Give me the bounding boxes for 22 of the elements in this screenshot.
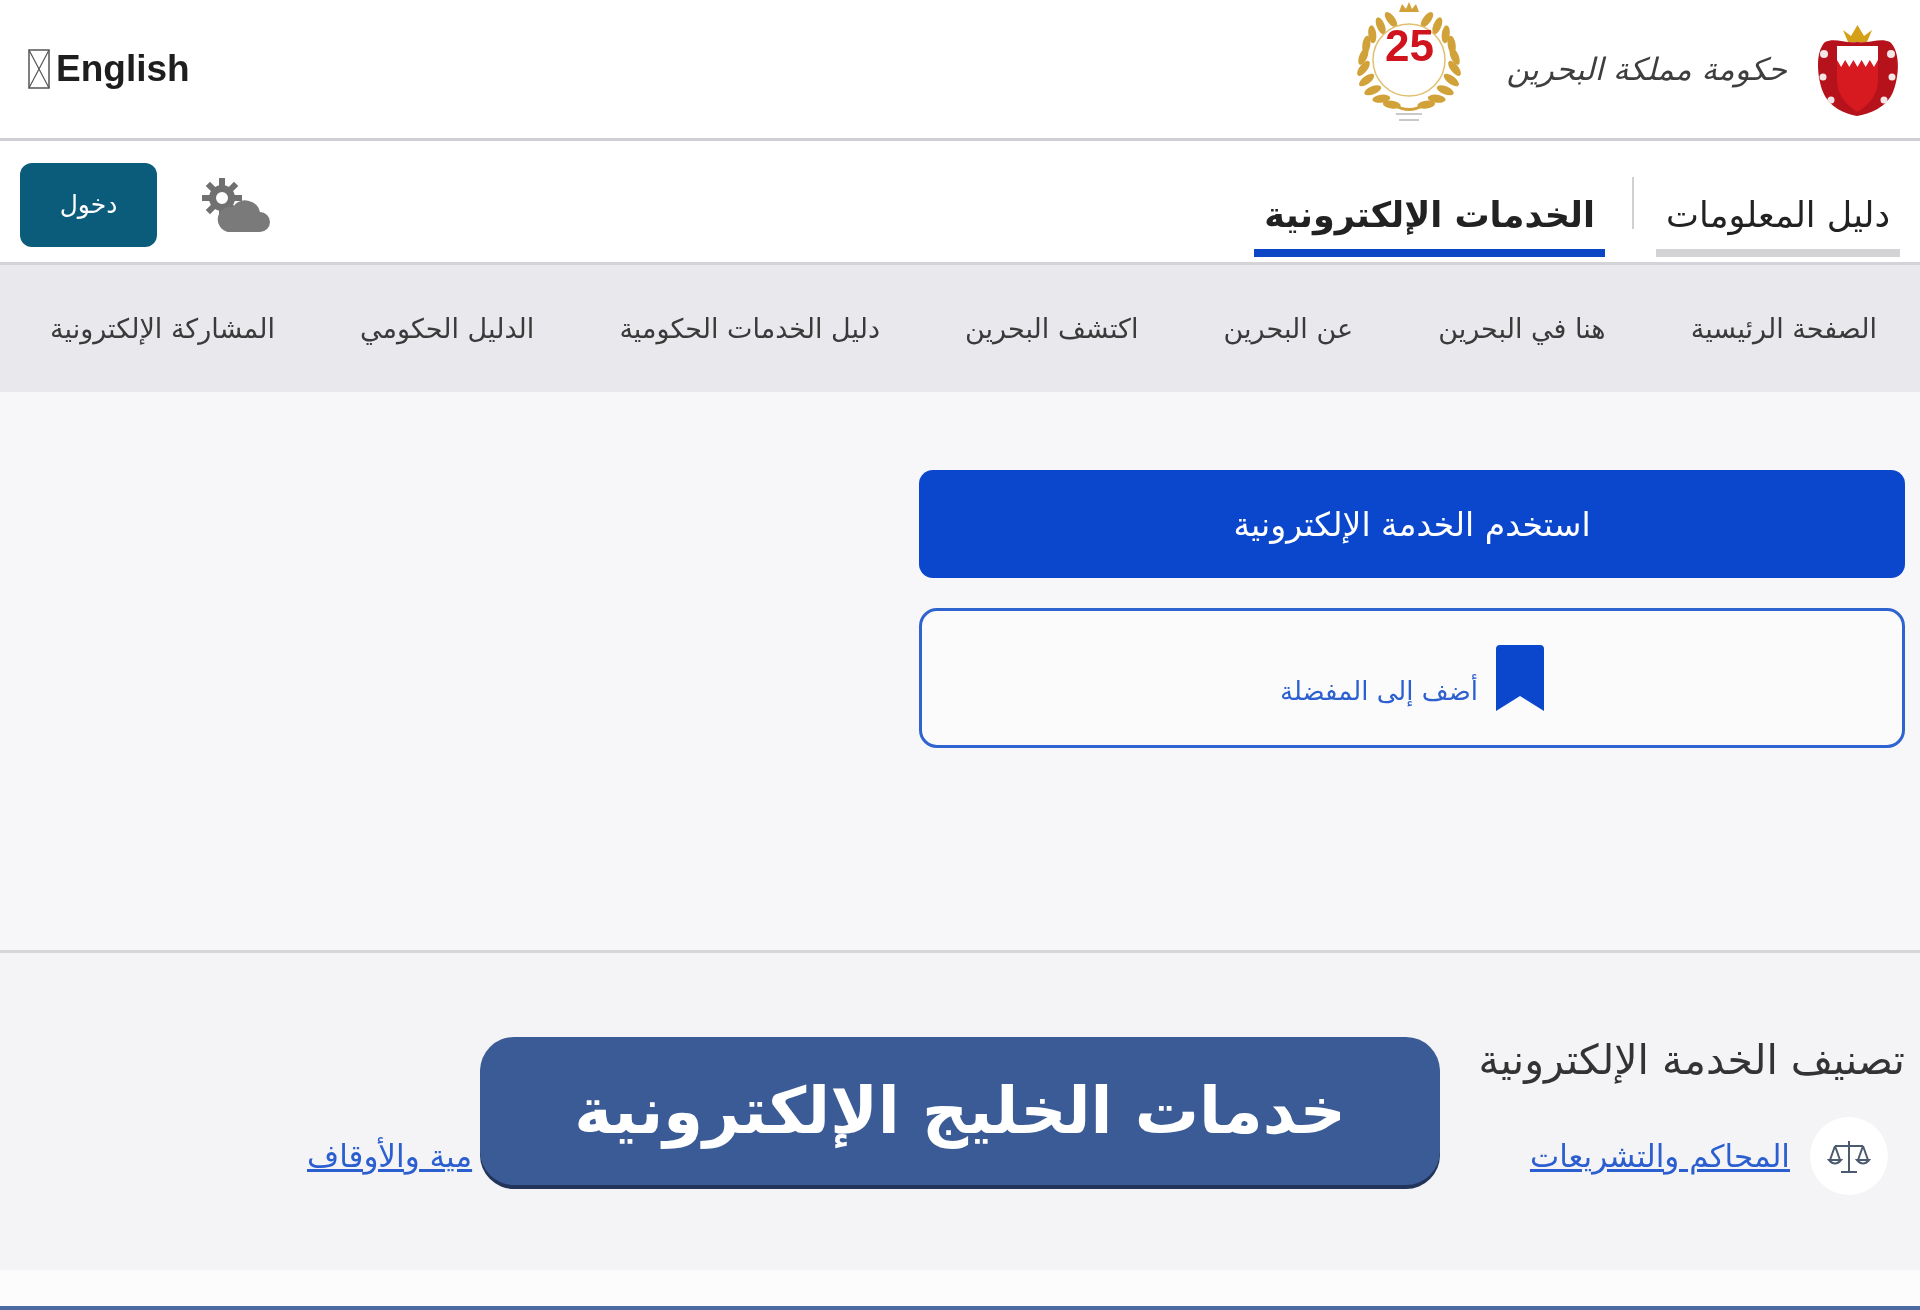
- login-button[interactable]: دخول: [20, 162, 157, 247]
- nav-link[interactable]: المشاركة الإلكترونية: [50, 313, 275, 344]
- section-title: تصنيف الخدمة الإلكترونية: [1478, 1035, 1905, 1085]
- tab[interactable]: الخدمات الإلكترونية: [1254, 195, 1605, 257]
- nav-link[interactable]: الصفحة الرئيسية: [1690, 313, 1877, 344]
- government-wordmark: حكومة مملكة البحرين: [1506, 51, 1787, 87]
- use-service-button[interactable]: استخدم الخدمة الإلكترونية: [919, 470, 1905, 578]
- tab[interactable]: دليل المعلومات: [1656, 195, 1900, 257]
- nav-link[interactable]: عن البحرين: [1223, 313, 1354, 344]
- nav-link[interactable]: الدليل الحكومي: [360, 313, 535, 344]
- bookmark-icon: [1496, 645, 1544, 711]
- category-link[interactable]: المحاكم والتشريعات: [1529, 1138, 1790, 1174]
- nav-link[interactable]: دليل الخدمات الحكومية: [619, 313, 880, 344]
- add-favorite-button[interactable]: أضف إلى المفضلة: [919, 608, 1905, 748]
- language-link[interactable]: English: [28, 48, 190, 90]
- nav-link[interactable]: اكتشف البحرين: [965, 313, 1139, 344]
- sun-cloud-icon: [200, 175, 270, 234]
- scales-icon: [1810, 1117, 1888, 1195]
- anniversary-number: 25: [1384, 22, 1435, 70]
- category-link[interactable]: مية والأوقاف: [307, 1138, 473, 1174]
- crossed-box-icon: [28, 49, 50, 89]
- nav-link[interactable]: هنا في البحرين: [1438, 313, 1606, 344]
